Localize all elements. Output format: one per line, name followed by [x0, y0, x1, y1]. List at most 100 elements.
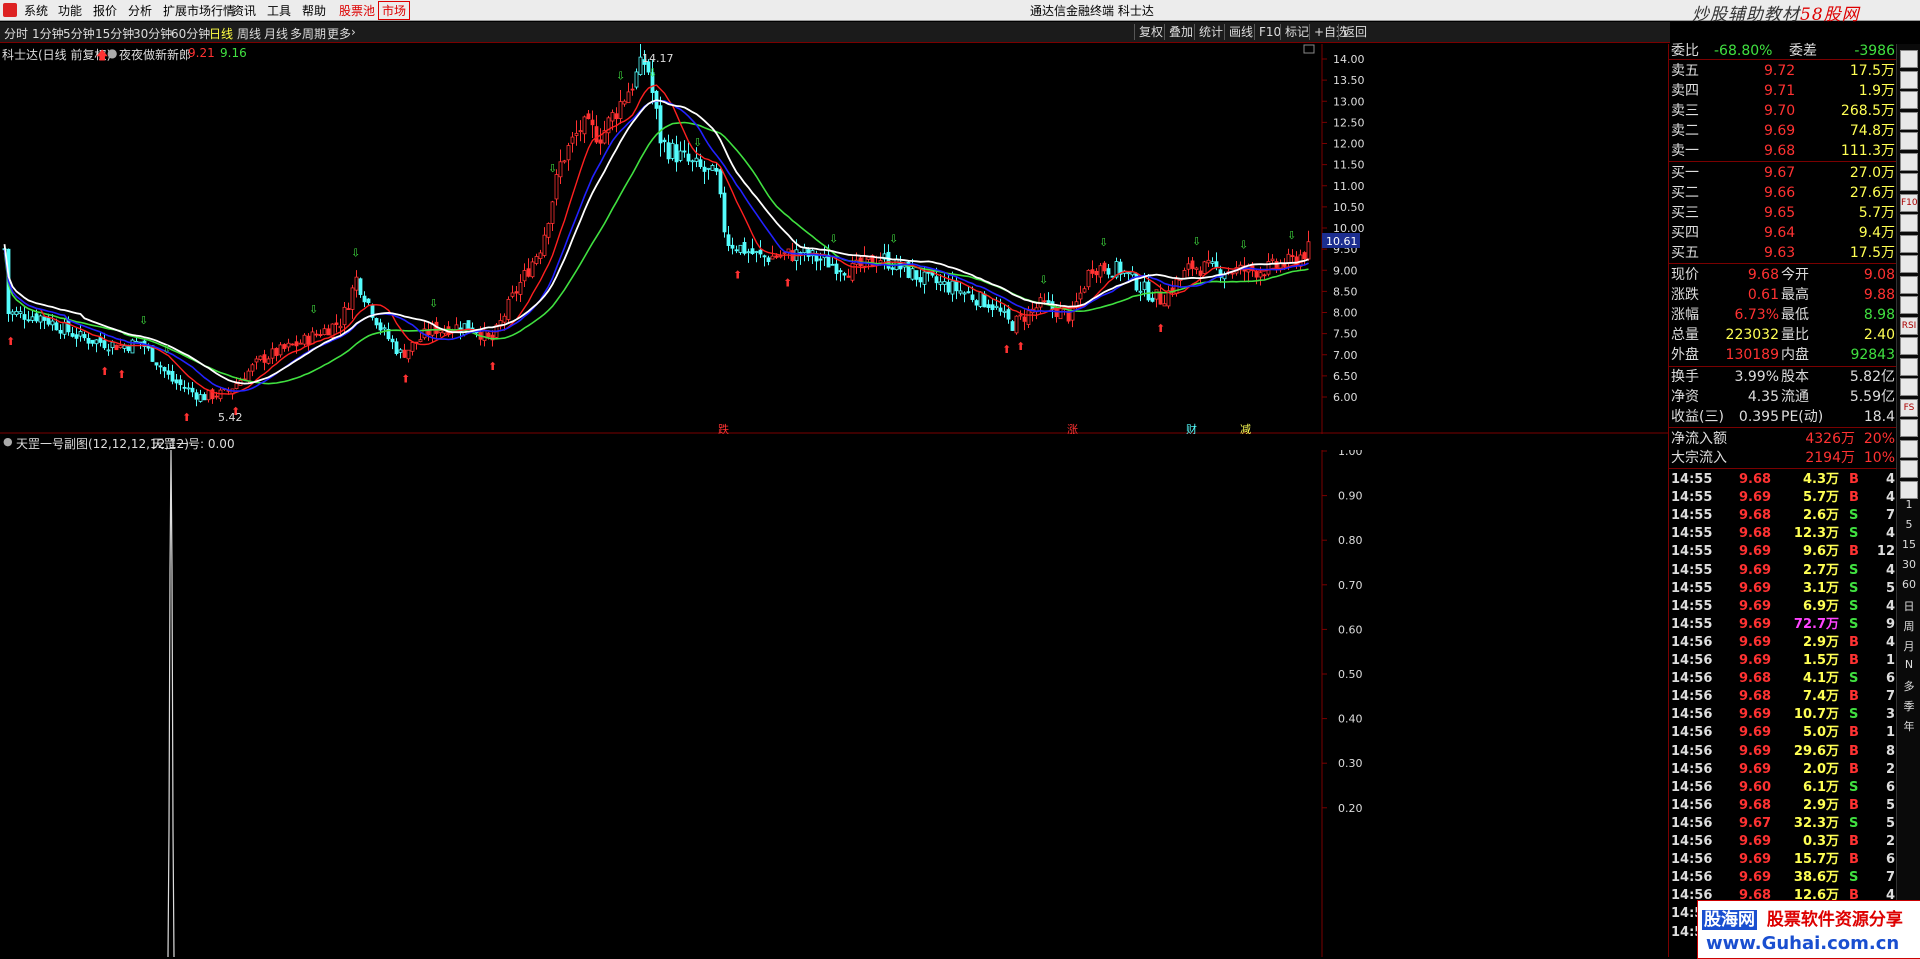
period-shortcut[interactable]: 周	[1897, 618, 1920, 634]
tick-time: 14:56	[1671, 689, 1713, 705]
candle-body	[762, 255, 767, 258]
stat-label: 涨幅	[1671, 307, 1699, 323]
tool-icon[interactable]	[1900, 50, 1918, 68]
tool-icon[interactable]	[1900, 439, 1918, 458]
tool-icon[interactable]	[1900, 214, 1918, 232]
stat-label-2: 最高	[1781, 287, 1809, 303]
tick-volume: 5.0万	[1802, 725, 1839, 741]
candle-body	[62, 322, 67, 335]
period-tab-30min[interactable]: 30分钟	[133, 25, 172, 42]
main-candlestick-chart[interactable]: ⬆⬆ ⬆⬆ ⬆⬆⬆⬆⬆⬆ ⬆⬆⇩⇩⇩⇩⇩⇩⇩ ⇩⇩⇩ ⇩⇩⇩ ⇩ ⇩⇩ 14.0013.501…	[0, 44, 1668, 434]
period-shortcut[interactable]: N	[1897, 658, 1920, 671]
f10-icon[interactable]: F10	[1900, 193, 1918, 212]
menu-analysis[interactable]: 分析	[128, 2, 152, 19]
ask-price: 9.69	[1764, 123, 1796, 139]
menu-tools[interactable]: 工具	[267, 2, 291, 19]
period-shortcut[interactable]: 年	[1897, 718, 1920, 734]
stat-value: 6.73%	[1734, 307, 1779, 323]
restore-rights-button[interactable]: 复权	[1134, 24, 1167, 40]
tool-icon[interactable]	[1900, 357, 1918, 376]
period-shortcut[interactable]: 季	[1897, 698, 1920, 714]
statistics-button[interactable]: 统计	[1194, 24, 1227, 40]
ask-label: 卖四	[1671, 83, 1699, 99]
period-shortcut[interactable]: 1	[1897, 498, 1920, 511]
tool-icon[interactable]	[1900, 480, 1918, 499]
period-tab-multi[interactable]: 多周期	[290, 25, 326, 42]
candle-body	[274, 347, 279, 356]
period-tab-1min[interactable]: 1分钟	[32, 25, 64, 42]
period-tab-more[interactable]: 更多	[327, 25, 351, 42]
menu-help[interactable]: 帮助	[302, 2, 326, 19]
period-shortcut[interactable]: 5	[1897, 518, 1920, 531]
menu-news[interactable]: 资讯	[232, 2, 256, 19]
settings-dot-icon[interactable]: ●	[3, 435, 13, 448]
period-tab-timeshare[interactable]: 分时	[4, 25, 28, 42]
tick-row: 14:56 9.69 29.6万 B 8	[1669, 742, 1897, 762]
candle-body	[618, 101, 623, 119]
back-button[interactable]: 返回	[1338, 24, 1371, 40]
tool-icon[interactable]	[1900, 91, 1918, 109]
period-tab-daily[interactable]: 日线	[209, 25, 233, 42]
period-shortcut[interactable]: 30	[1897, 558, 1920, 571]
tool-icon[interactable]	[1900, 419, 1918, 437]
tick-time: 14:55	[1671, 616, 1713, 632]
tick-price: 9.69	[1739, 834, 1772, 849]
tick-direction: S	[1849, 870, 1859, 886]
tick-count: 5	[1885, 797, 1895, 813]
draw-line-button[interactable]: 画线	[1224, 24, 1257, 40]
candle-body	[234, 383, 239, 389]
menu-market[interactable]: 市场	[378, 1, 411, 20]
period-tab-5min[interactable]: 5分钟	[63, 25, 95, 42]
chevron-right-icon[interactable]: ›	[351, 25, 356, 39]
overlay-button[interactable]: 叠加	[1164, 24, 1197, 40]
candle-body	[358, 278, 363, 295]
tool-icon[interactable]	[1900, 234, 1918, 253]
candle-body	[738, 244, 743, 253]
candle-body	[530, 261, 535, 278]
menu-system[interactable]: 系统	[24, 2, 48, 19]
bid-label: 买三	[1671, 205, 1699, 221]
period-shortcut[interactable]: 多	[1897, 678, 1920, 694]
sell-arrow-icon: ⇩	[1192, 235, 1201, 248]
candle-body	[622, 100, 627, 105]
tool-icon[interactable]	[1900, 275, 1918, 294]
period-shortcut[interactable]: 月	[1897, 638, 1920, 654]
tool-icon[interactable]	[1900, 70, 1918, 89]
candle-body	[1202, 261, 1207, 274]
candle-body	[1254, 270, 1259, 278]
tool-icon[interactable]	[1900, 173, 1918, 191]
menu-extended-market[interactable]: 扩展市场行情	[163, 2, 235, 19]
candle-body	[922, 271, 927, 285]
tool-icon[interactable]	[1900, 152, 1918, 171]
tool-icon[interactable]	[1900, 132, 1918, 150]
tick-time: 14:56	[1671, 761, 1713, 777]
menu-function[interactable]: 功能	[58, 2, 82, 19]
menu-quote[interactable]: 报价	[93, 2, 117, 19]
tick-price: 9.68	[1739, 472, 1772, 487]
tool-icon[interactable]	[1900, 296, 1918, 314]
tool-icon[interactable]	[1900, 255, 1918, 273]
period-shortcut[interactable]: 日	[1897, 598, 1920, 614]
period-shortcut[interactable]: 60	[1897, 578, 1920, 591]
period-tab-monthly[interactable]: 月线	[264, 25, 288, 42]
tool-icon[interactable]	[1900, 460, 1918, 478]
tool-icon[interactable]	[1900, 111, 1918, 130]
tool-icon[interactable]	[1900, 337, 1918, 355]
tick-count: 6	[1885, 852, 1895, 868]
fs-icon[interactable]: FS	[1900, 398, 1918, 417]
period-tab-weekly[interactable]: 周线	[237, 25, 261, 42]
menu-stock-pool[interactable]: 股票池	[339, 2, 375, 19]
period-shortcut[interactable]: 15	[1897, 538, 1920, 551]
period-tab-15min[interactable]: 15分钟	[95, 25, 134, 42]
rsi-icon[interactable]: RSI	[1900, 316, 1918, 335]
candle-body	[694, 157, 699, 162]
candle-body	[326, 328, 331, 336]
tick-count: 7	[1885, 689, 1895, 705]
period-tab-60min[interactable]: 60分钟	[171, 25, 210, 42]
ask-volume: 268.5万	[1840, 103, 1895, 119]
tool-icon[interactable]	[1900, 378, 1918, 396]
window-restore-icon[interactable]	[1303, 44, 1315, 54]
sub-indicator-chart[interactable]: 1.00 0.90 0.80 0.70 0.60 0.50 0.40 0.30 0.20	[0, 450, 1668, 957]
bid-volume: 17.5万	[1849, 245, 1895, 261]
ad-banner[interactable]: 股海网 股票软件资源分享 www.Guhai.com.cn	[1697, 900, 1920, 959]
